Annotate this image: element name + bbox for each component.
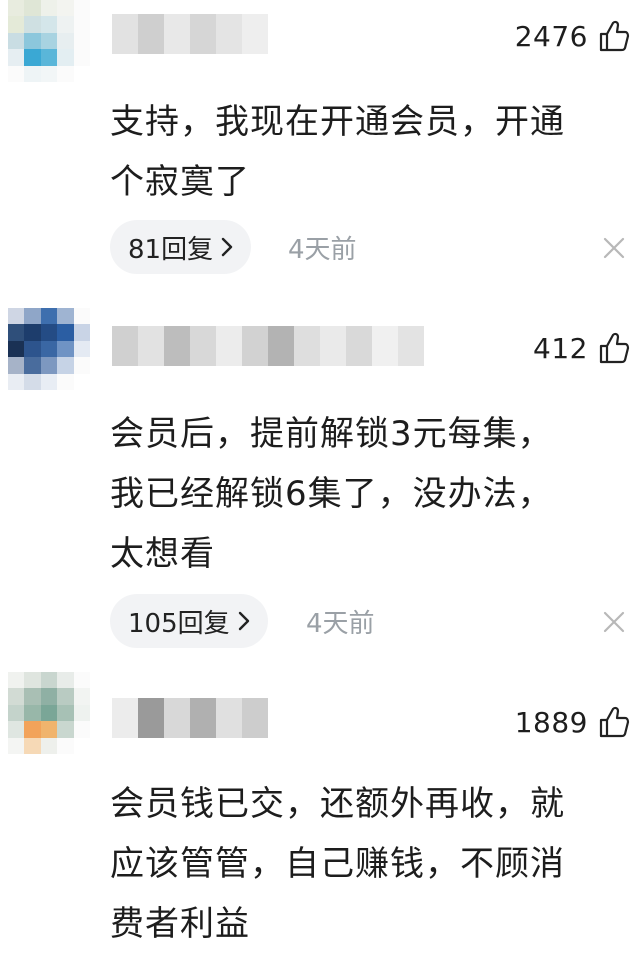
replies-button[interactable]: 81回复 (110, 220, 252, 274)
username-redacted[interactable] (112, 326, 424, 366)
comment-text: 会员钱已交，还额外再收，就 应该管管，自己赚钱，不顾消 费者利益 (110, 774, 626, 954)
comment-line: 支持，我现在开通会员，开通 (110, 102, 565, 142)
close-icon[interactable] (600, 608, 628, 636)
chevron-right-icon (221, 237, 233, 257)
like-count[interactable]: 412 (533, 328, 630, 368)
comment-line: 费者利益 (110, 904, 250, 944)
avatar[interactable] (8, 308, 90, 390)
comment-line: 我已经解锁6集了，没办法， (110, 474, 553, 514)
replies-button[interactable]: 105回复 (110, 594, 268, 648)
comment-line: 会员后，提前解锁3元每集， (110, 414, 553, 454)
avatar[interactable] (8, 672, 90, 754)
comment-text: 会员后，提前解锁3元每集， 我已经解锁6集了，没办法， 太想看 (110, 404, 626, 584)
replies-label: 105回复 (128, 608, 230, 639)
like-count[interactable]: 2476 (515, 16, 630, 56)
comment-item: 412 会员后，提前解锁3元每集， 我已经解锁6集了，没办法， 太想看 105回… (0, 300, 640, 660)
comment-item: 1889 会员钱已交，还额外再收，就 应该管管，自己赚钱，不顾消 费者利益 (0, 672, 640, 953)
thumbs-up-icon[interactable] (598, 19, 630, 53)
comment-text: 支持，我现在开通会员，开通 个寂寞了 (110, 92, 626, 212)
thumbs-up-icon[interactable] (598, 331, 630, 365)
like-count-value: 2476 (514, 19, 588, 53)
thumbs-up-icon[interactable] (598, 705, 630, 739)
like-count-value: 1889 (514, 705, 588, 739)
like-count-value: 412 (533, 331, 588, 365)
comment-line: 会员钱已交，还额外再收，就 (110, 784, 565, 824)
comment-line: 应该管管，自己赚钱，不顾消 (110, 844, 565, 884)
username-redacted[interactable] (112, 14, 268, 54)
close-icon[interactable] (600, 234, 628, 262)
comment-line: 个寂寞了 (110, 162, 250, 202)
timestamp: 4天前 (306, 608, 375, 639)
replies-label: 81回复 (128, 234, 214, 265)
comment-line: 太想看 (110, 534, 215, 574)
avatar[interactable] (8, 0, 90, 82)
chevron-right-icon (238, 611, 249, 631)
username-redacted[interactable] (112, 698, 268, 738)
like-count[interactable]: 1889 (515, 702, 630, 742)
timestamp: 4天前 (288, 234, 357, 265)
comment-item: 2476 支持，我现在开通会员，开通 个寂寞了 81回复 4天前 (0, 0, 640, 300)
